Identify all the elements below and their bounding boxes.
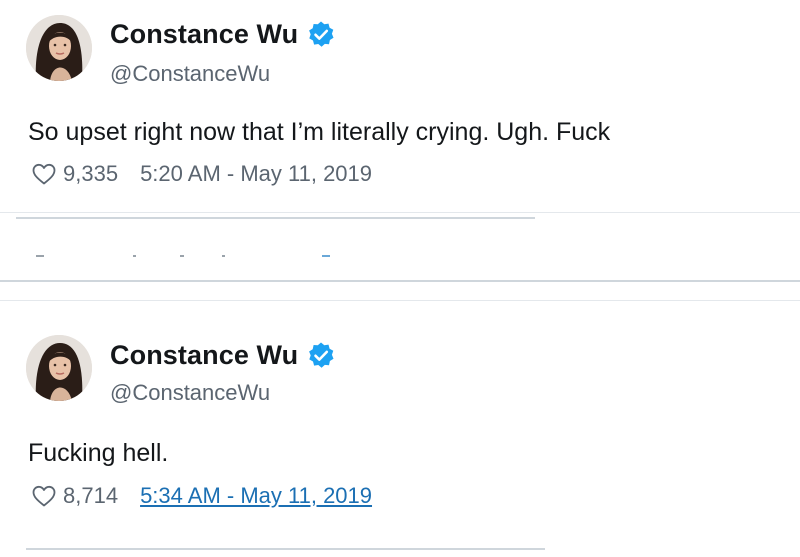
divider	[26, 548, 545, 550]
tweet-card: Constance Wu @ConstanceWu Fucking hell. …	[0, 318, 800, 557]
divider	[16, 217, 535, 219]
tweet-meta: 8,714 5:34 AM - May 11, 2019	[31, 483, 372, 509]
tweet-timestamp-link[interactable]: 5:34 AM - May 11, 2019	[140, 483, 372, 509]
divider	[0, 212, 800, 213]
like-count: 9,335	[63, 161, 119, 186]
text-fragment	[180, 255, 184, 257]
heart-outline-icon[interactable]	[31, 162, 57, 186]
verified-badge-icon	[309, 342, 334, 368]
avatar[interactable]	[26, 15, 92, 81]
like-count: 8,714	[63, 483, 119, 508]
name-row: Constance Wu	[110, 19, 336, 50]
avatar-image	[26, 15, 92, 81]
text-fragment	[36, 255, 44, 257]
link-fragment	[322, 255, 330, 257]
user-handle[interactable]: @ConstanceWu	[110, 380, 270, 406]
text-fragment	[133, 255, 136, 257]
avatar-image	[26, 335, 92, 401]
avatar[interactable]	[26, 335, 92, 401]
tweet-timestamp[interactable]: 5:20 AM - May 11, 2019	[140, 161, 372, 187]
verified-badge-icon	[309, 21, 334, 47]
cropped-tweet-fragment	[0, 255, 800, 265]
user-handle[interactable]: @ConstanceWu	[110, 61, 270, 87]
name-row: Constance Wu	[110, 340, 336, 371]
display-name[interactable]: Constance Wu	[110, 340, 298, 371]
text-fragment	[222, 255, 225, 257]
tweet-card: Constance Wu @ConstanceWu So upset right…	[0, 0, 800, 214]
tweet-meta: 9,335 5:20 AM - May 11, 2019	[31, 161, 372, 187]
divider	[0, 280, 800, 282]
divider	[0, 300, 800, 301]
tweet-text: So upset right now that I’m literally cr…	[28, 118, 611, 146]
tweet-text: Fucking hell.	[28, 439, 169, 467]
display-name[interactable]: Constance Wu	[110, 19, 298, 50]
heart-outline-icon[interactable]	[31, 484, 57, 508]
